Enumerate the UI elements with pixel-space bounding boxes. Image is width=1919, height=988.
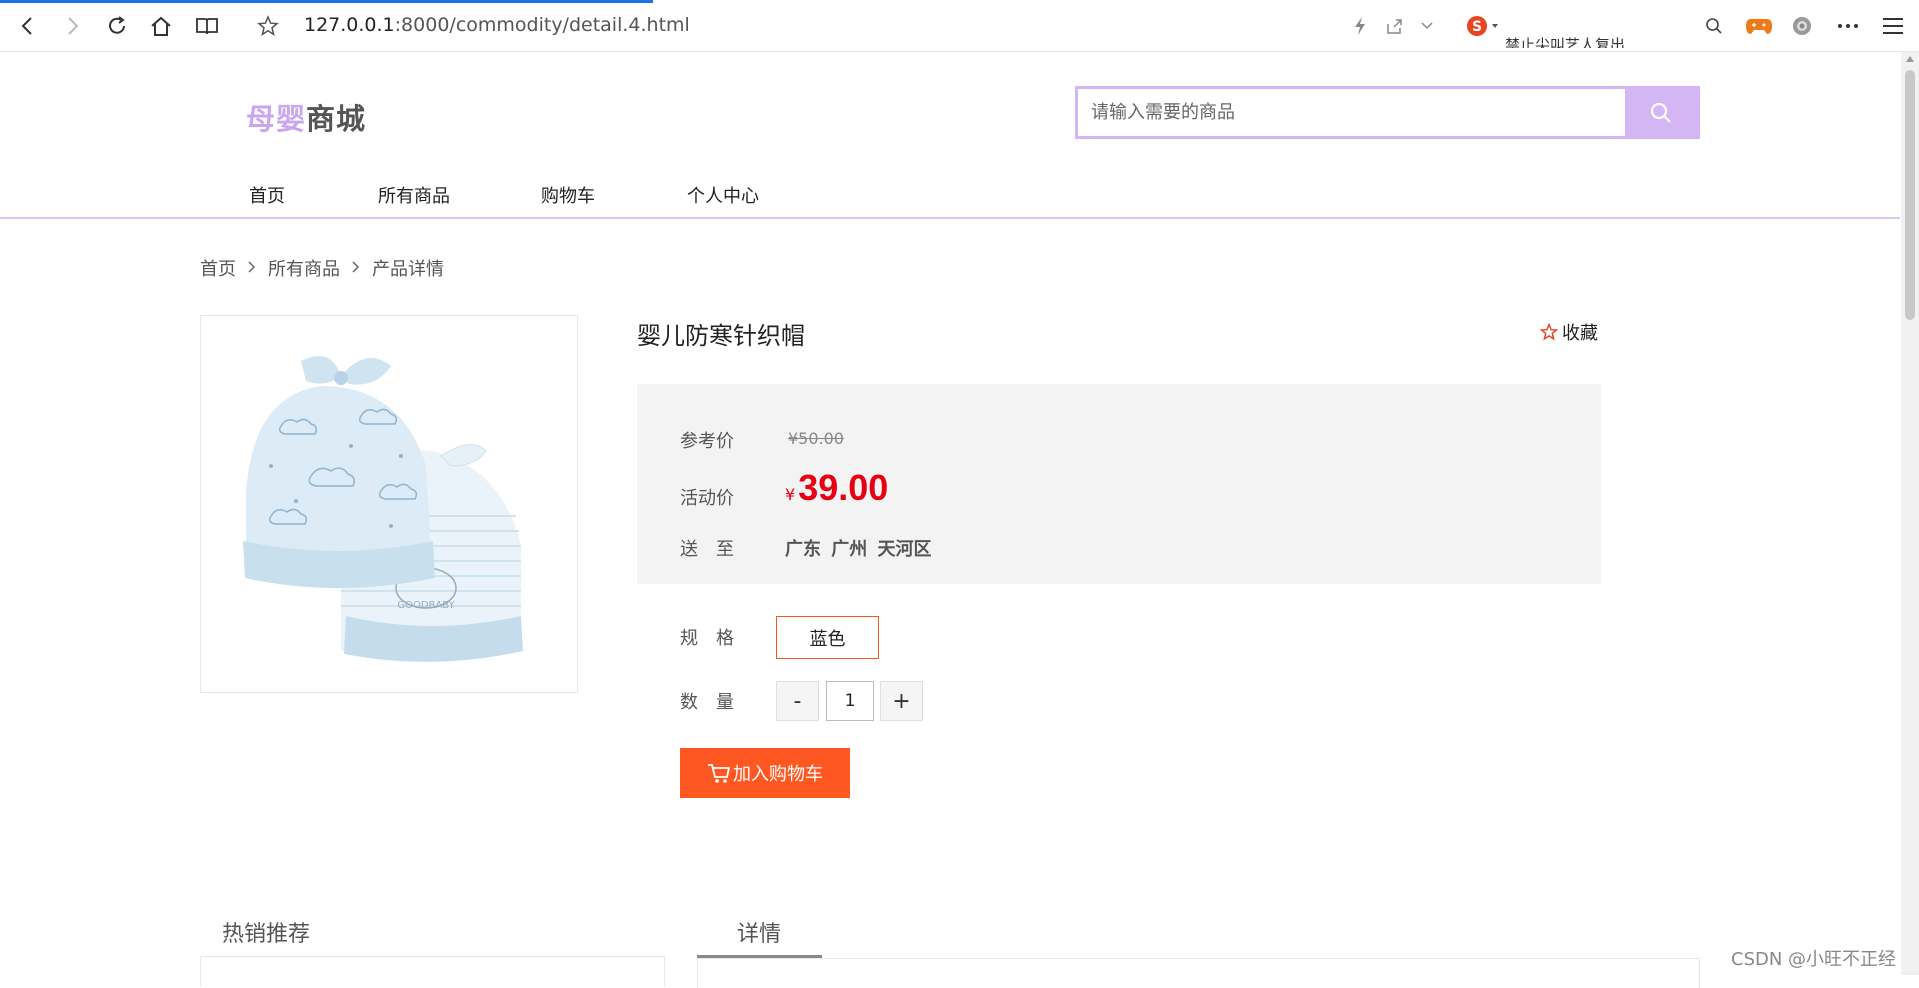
hot-recommend-title: 热销推荐 [222,922,311,947]
spec-label: 规 格 [680,628,734,649]
browser-toolbar: 127.0.0.1:8000/commodity/detail.4.html S… [0,0,1919,52]
nav-divider [0,217,1900,219]
sogou-hot-search[interactable]: 禁止尖叫艺人复出 [1505,30,1625,48]
nav-item-cart[interactable]: 购物车 [541,182,687,208]
chevron-down-icon[interactable] [1413,13,1441,39]
search-icon[interactable] [1700,13,1728,39]
bookmark-star-icon[interactable] [254,13,282,39]
add-to-cart-label: 加入购物车 [733,764,823,785]
product-title: 婴儿防寒针织帽 [637,322,805,350]
ship-label: 送 至 [680,539,734,560]
home-icon[interactable] [147,13,175,39]
settings-gear-icon[interactable] [1788,13,1816,39]
main-nav: 首页 所有商品 购物车 个人中心 [249,182,807,208]
act-price-label: 活动价 [680,488,734,509]
tab-detail[interactable]: 详情 [737,916,781,948]
nav-item-home[interactable]: 首页 [249,182,378,208]
nav-item-user-center[interactable]: 个人中心 [687,182,807,208]
cart-icon [708,764,731,783]
star-icon [1540,323,1558,341]
search-icon [1650,102,1671,123]
refresh-icon[interactable] [103,13,131,39]
forward-icon[interactable] [58,13,86,39]
ref-price-label: 参考价 [680,431,734,452]
url-path: :8000/commodity/detail.4.html [394,14,690,36]
svg-text:GOODBABY: GOODBABY [397,600,455,611]
hot-recommend-panel [200,956,665,986]
breadcrumb: 首页 所有商品 产品详情 [200,255,444,281]
lightning-icon[interactable] [1346,13,1374,39]
search-button[interactable] [1625,89,1697,136]
breadcrumb-chevron-icon [351,258,361,279]
scroll-up-arrow-icon[interactable] [1906,56,1914,62]
sogou-icon[interactable]: S [1464,13,1504,39]
price-panel [637,384,1601,584]
qty-decrease-button[interactable]: - [776,681,819,721]
page-load-progress [0,0,653,3]
url-host: 127.0.0.1 [304,14,395,36]
collect-label: 收藏 [1562,323,1598,344]
breadcrumb-current: 产品详情 [372,259,444,280]
breadcrumb-all-products[interactable]: 所有商品 [268,255,340,281]
scrollbar-thumb[interactable] [1905,70,1915,320]
breadcrumb-chevron-icon [247,258,257,279]
search-input[interactable] [1078,89,1625,136]
collect-button[interactable]: 收藏 [1540,319,1598,345]
detail-panel [697,958,1700,988]
ship-destination[interactable]: 广东 广州 天河区 [785,535,932,561]
logo-part-mother-baby: 母婴 [246,102,307,136]
ref-price: ¥50.00 [788,429,844,448]
share-icon[interactable] [1380,13,1408,39]
more-options-icon[interactable] [1834,13,1862,39]
product-image[interactable]: GOODBABY [200,315,578,693]
spec-option-blue[interactable]: 蓝色 [776,616,879,659]
search-bar [1075,86,1700,139]
page-scrollbar[interactable] [1901,52,1919,975]
breadcrumb-home[interactable]: 首页 [200,255,236,281]
activity-price: ¥ 39.00 [785,467,888,509]
logo-part-mall: 商城 [306,102,367,136]
reader-icon[interactable] [193,13,221,39]
qty-input[interactable] [826,681,874,721]
site-logo[interactable]: 母婴 商城 [246,96,366,138]
qty-increase-button[interactable]: + [880,681,923,721]
svg-text:S: S [1472,19,1482,35]
back-icon[interactable] [14,13,42,39]
menu-icon[interactable] [1879,13,1907,39]
nav-item-all-products[interactable]: 所有商品 [378,182,541,208]
csdn-watermark: CSDN @小旺不正经 [1731,949,1897,970]
address-bar[interactable]: 127.0.0.1:8000/commodity/detail.4.html [304,14,690,36]
add-to-cart-button[interactable]: 加入购物车 [680,748,850,798]
qty-label: 数 量 [680,692,734,713]
gamepad-icon[interactable] [1743,13,1775,39]
activity-price-value: 39.00 [798,467,889,508]
currency-symbol: ¥ [785,485,796,504]
